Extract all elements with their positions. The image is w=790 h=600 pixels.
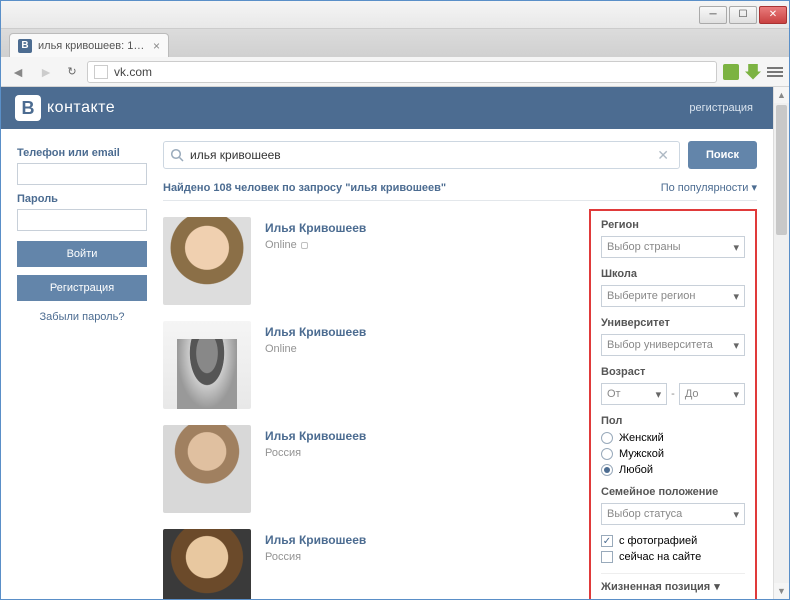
vk-header: В контакте регистрация	[1, 87, 773, 129]
page-icon	[94, 65, 108, 79]
clear-search-icon[interactable]: ✕	[653, 147, 673, 164]
tab-title: илья кривошеев: 108 по	[38, 40, 147, 52]
window-titlebar: ─ ☐ ✕	[1, 1, 789, 29]
sort-dropdown[interactable]: По популярности ▾	[661, 181, 757, 194]
vk-logo-text: контакте	[47, 99, 115, 117]
chevron-down-icon: ▾	[751, 181, 757, 194]
menu-icon[interactable]	[767, 64, 783, 80]
avatar[interactable]	[163, 321, 251, 409]
filter-gender-option[interactable]: Любой	[601, 464, 745, 476]
filter-age-label: Возраст	[601, 366, 745, 378]
browser-tab[interactable]: В илья кривошеев: 108 по ×	[9, 33, 169, 57]
filter-gender-label: Пол	[601, 415, 745, 427]
results-count-title: Найдено 108 человек по запросу "илья кри…	[163, 182, 446, 194]
chevron-down-icon: ▾	[714, 580, 720, 593]
result-name-link[interactable]: Илья Кривошеев	[265, 221, 366, 235]
login-password-label: Пароль	[17, 193, 147, 205]
login-password-input[interactable]	[17, 209, 147, 231]
online-icon	[301, 242, 308, 249]
filter-marital-label: Семейное положение	[601, 486, 745, 498]
scroll-up-button[interactable]: ▲	[774, 87, 789, 103]
result-name-link[interactable]: Илья Кривошеев	[265, 533, 366, 547]
avatar[interactable]	[163, 217, 251, 305]
filter-gender-option[interactable]: Женский	[601, 432, 745, 444]
filter-region-label: Регион	[601, 219, 745, 231]
radio-icon	[601, 448, 613, 460]
search-button[interactable]: Поиск	[688, 141, 757, 169]
filter-age-to-select[interactable]: До	[679, 383, 745, 405]
extension-icon[interactable]	[723, 64, 739, 80]
reload-button[interactable]: ↻	[63, 63, 81, 81]
filter-region-select[interactable]: Выбор страны	[601, 236, 745, 258]
nav-forward-button[interactable]: ►	[35, 61, 57, 83]
url-text: vk.com	[114, 65, 152, 79]
filter-university-select[interactable]: Выбор университета	[601, 334, 745, 356]
filter-marital-select[interactable]: Выбор статуса	[601, 503, 745, 525]
scroll-track[interactable]	[774, 103, 789, 583]
filter-age-from-select[interactable]: От	[601, 383, 667, 405]
search-input[interactable]	[190, 148, 653, 162]
filter-checkbox-option[interactable]: сейчас на сайте	[601, 551, 745, 563]
login-email-input[interactable]	[17, 163, 147, 185]
window-maximize-button[interactable]: ☐	[729, 6, 757, 24]
filters-panel: Регион Выбор страны Школа Выберите регио…	[589, 209, 757, 599]
result-status: Россия	[265, 447, 366, 459]
main-content: ✕ Поиск Найдено 108 человек по запросу "…	[163, 141, 757, 599]
forgot-password-link[interactable]: Забыли пароль?	[17, 311, 147, 323]
header-register-link[interactable]: регистрация	[689, 102, 753, 114]
nav-back-button[interactable]: ◄	[7, 61, 29, 83]
dash: -	[671, 388, 675, 400]
result-name-link[interactable]: Илья Кривошеев	[265, 429, 366, 443]
login-sidebar: Телефон или email Пароль Войти Регистрац…	[17, 141, 147, 323]
vk-logo[interactable]: В контакте	[15, 95, 115, 121]
tab-favicon-icon: В	[18, 39, 32, 53]
avatar[interactable]	[163, 425, 251, 513]
checkbox-icon	[601, 551, 613, 563]
browser-address-bar: ◄ ► ↻ vk.com	[1, 57, 789, 87]
avatar[interactable]	[163, 529, 251, 599]
radio-icon	[601, 432, 613, 444]
window-close-button[interactable]: ✕	[759, 6, 787, 24]
scroll-thumb[interactable]	[776, 105, 787, 235]
page-scrollbar: ▲ ▼	[773, 87, 789, 599]
browser-tabstrip: В илья кривошеев: 108 по ×	[1, 29, 789, 57]
filter-gender-option[interactable]: Мужской	[601, 448, 745, 460]
address-input[interactable]: vk.com	[87, 61, 717, 83]
result-status: Россия	[265, 551, 366, 563]
result-status: Online	[265, 343, 366, 355]
result-status: Online	[265, 239, 366, 251]
filter-school-select[interactable]: Выберите регион	[601, 285, 745, 307]
filter-checkbox-option[interactable]: ✓с фотографией	[601, 535, 745, 547]
filter-school-label: Школа	[601, 268, 745, 280]
register-button[interactable]: Регистрация	[17, 275, 147, 301]
results-list: Илья Кривошеев Online Илья Кривошеев Onlin…	[163, 209, 577, 599]
window-minimize-button[interactable]: ─	[699, 6, 727, 24]
vk-logo-icon: В	[15, 95, 41, 121]
radio-icon	[601, 464, 613, 476]
tab-close-icon[interactable]: ×	[153, 39, 160, 53]
result-name-link[interactable]: Илья Кривошеев	[265, 325, 366, 339]
checkbox-icon: ✓	[601, 535, 613, 547]
login-button[interactable]: Войти	[17, 241, 147, 267]
result-item: Илья Кривошеев Online	[163, 313, 577, 417]
scroll-down-button[interactable]: ▼	[774, 583, 789, 599]
search-bar: ✕	[163, 141, 680, 169]
filter-life-position-toggle[interactable]: Жизненная позиция ▾	[601, 573, 745, 593]
login-email-label: Телефон или email	[17, 147, 147, 159]
search-icon	[170, 148, 184, 162]
filter-university-label: Университет	[601, 317, 745, 329]
result-item: Илья Кривошеев Россия	[163, 521, 577, 599]
result-item: Илья Кривошеев Россия	[163, 417, 577, 521]
download-icon[interactable]	[745, 64, 761, 80]
result-item: Илья Кривошеев Online	[163, 209, 577, 313]
